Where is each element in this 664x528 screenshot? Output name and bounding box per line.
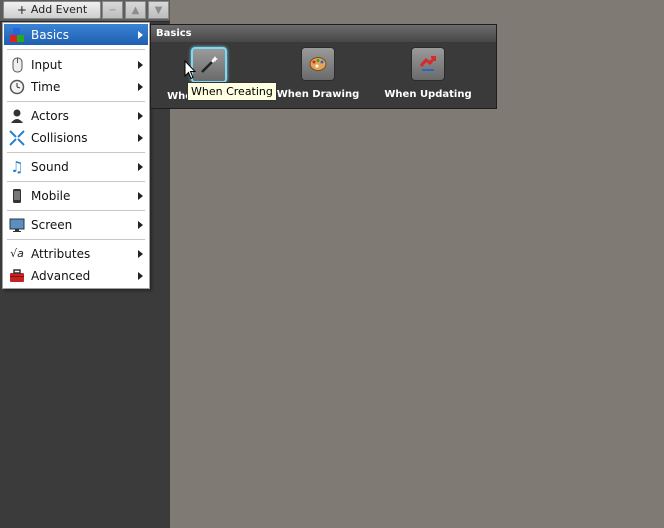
menu-item-mobile[interactable]: Mobile (4, 185, 148, 206)
submenu-arrow-icon (138, 220, 143, 229)
mouse-icon (9, 57, 25, 73)
music-note-icon: ♫ (10, 157, 24, 176)
palette-icon (301, 47, 335, 81)
event-label: When Updating (384, 89, 472, 100)
submenu-arrow-icon (138, 82, 143, 91)
move-up-button[interactable]: ▲ (125, 1, 146, 19)
submenu-arrow-icon (138, 133, 143, 142)
magic-wand-icon (191, 47, 227, 83)
submenu-arrow-icon (138, 60, 143, 69)
mouse-cursor-icon (184, 59, 197, 83)
menu-item-label: Screen (31, 217, 73, 232)
menu-item-collisions[interactable]: Collisions (4, 127, 148, 148)
arrows-icon (9, 129, 25, 146)
menu-item-actors[interactable]: Actors (4, 105, 148, 126)
menu-item-sound[interactable]: ♫ Sound (4, 156, 148, 177)
add-event-menu: Basics Input Time Actors Collisions ♫ So… (2, 22, 150, 289)
phone-icon (9, 188, 25, 204)
down-arrow-icon: ▼ (154, 4, 163, 16)
person-icon (9, 108, 25, 124)
event-when-drawing[interactable]: When Drawing (276, 47, 360, 100)
menu-item-label: Advanced (31, 268, 91, 283)
submenu-arrow-icon (138, 271, 143, 280)
minus-icon: − (108, 4, 117, 16)
menu-item-input[interactable]: Input (4, 54, 148, 75)
menu-separator (7, 239, 145, 240)
menu-separator (7, 210, 145, 211)
refresh-icon (411, 47, 445, 81)
menu-item-label: Actors (31, 108, 69, 123)
submenu-arrow-icon (138, 191, 143, 200)
menu-item-advanced[interactable]: Advanced (4, 265, 148, 286)
menu-item-label: Collisions (31, 130, 88, 145)
menu-item-label: Time (31, 79, 61, 94)
panel-title: Basics (151, 25, 496, 42)
event-label: When Drawing (276, 89, 360, 100)
tooltip: When Creating (187, 82, 277, 101)
menu-item-time[interactable]: Time (4, 76, 148, 97)
clock-icon (9, 79, 25, 95)
menu-item-basics[interactable]: Basics (4, 24, 148, 45)
menu-separator (7, 49, 145, 50)
sqrt-icon: √a (10, 247, 24, 260)
submenu-arrow-icon (138, 111, 143, 120)
add-event-label: Add Event (30, 3, 88, 16)
menu-separator (7, 181, 145, 182)
move-down-button[interactable]: ▼ (148, 1, 169, 19)
menu-item-label: Sound (31, 159, 69, 174)
add-event-button[interactable]: + Add Event (3, 1, 101, 19)
submenu-arrow-icon (138, 249, 143, 258)
up-arrow-icon: ▲ (131, 4, 140, 16)
menu-item-attributes[interactable]: √a Attributes (4, 243, 148, 264)
menu-separator (7, 101, 145, 102)
events-toolbar: + Add Event − ▲ ▼ (0, 0, 170, 22)
blocks-icon (9, 27, 25, 43)
monitor-icon (9, 217, 25, 233)
toolbox-icon (9, 268, 25, 284)
menu-item-label: Basics (31, 27, 70, 42)
menu-separator (7, 152, 145, 153)
event-when-updating[interactable]: When Updating (384, 47, 472, 100)
submenu-arrow-icon (138, 162, 143, 171)
menu-item-screen[interactable]: Screen (4, 214, 148, 235)
menu-item-label: Input (31, 57, 63, 72)
remove-button[interactable]: − (102, 1, 123, 19)
submenu-arrow-icon (138, 30, 143, 39)
menu-item-label: Attributes (31, 246, 91, 261)
menu-item-label: Mobile (31, 188, 71, 203)
plus-icon: + (16, 3, 27, 17)
